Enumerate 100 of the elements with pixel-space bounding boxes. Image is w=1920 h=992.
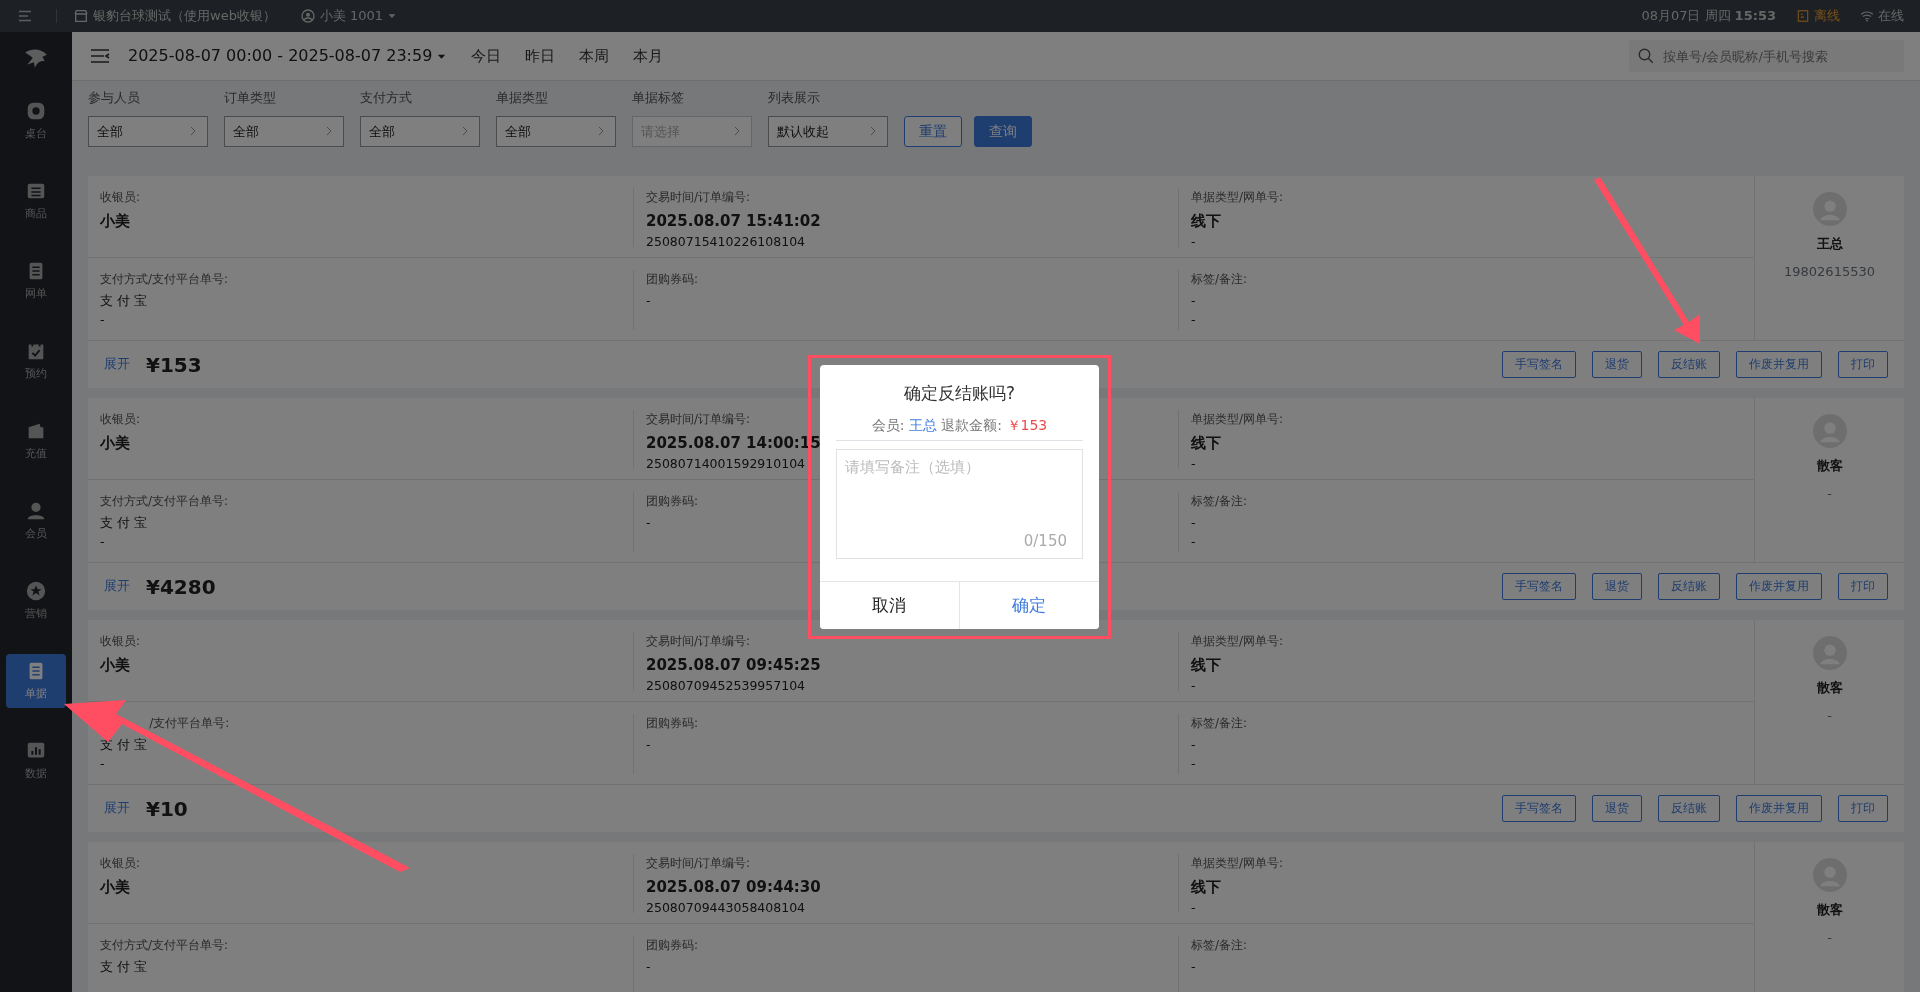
field-label: 支付方式/支付平台单号: (100, 937, 229, 954)
field-value: 小美 (100, 433, 130, 454)
field-value: 线下 (1191, 433, 1221, 454)
field-label: 收银员: (100, 855, 141, 872)
action-button[interactable]: 打印 (1838, 573, 1888, 600)
filter-select[interactable]: 全部 (224, 115, 344, 147)
field-value: 小美 (100, 211, 130, 232)
action-button[interactable]: 作废并复用 (1736, 573, 1822, 600)
member-phone: - (1827, 928, 1832, 947)
field-label: 单据类型/网单号: (1191, 189, 1284, 206)
dialog-button[interactable]: 取消 (820, 581, 960, 629)
search-field[interactable]: 按单号/会员昵称/手机号搜索 (1629, 40, 1904, 72)
offline-status: 离线 (1814, 7, 1840, 26)
expand-link[interactable]: 展开 (104, 799, 130, 818)
member-name: 散客 (1816, 679, 1843, 697)
filter-label: 单据标签 (632, 89, 685, 107)
sidebar-item[interactable]: 商品 (6, 174, 66, 228)
field-value: 小美 (100, 655, 130, 676)
sidebar-item[interactable]: 充值 (6, 414, 66, 468)
field-detail: - (646, 514, 651, 532)
field-detail: 25080709443058408104 (646, 898, 806, 917)
filter-button[interactable]: 查询 (974, 115, 1032, 147)
action-button[interactable]: 手写签名 (1502, 795, 1576, 822)
sidebar-item[interactable]: 单据 (6, 654, 66, 708)
field-value: 2025.08.07 09:44:30 (646, 877, 821, 898)
field-label: 标签/备注: (1191, 493, 1248, 510)
order-amount: ¥153 (146, 351, 202, 379)
field-detail: - (1191, 514, 1196, 532)
action-button[interactable]: 退货 (1592, 351, 1642, 378)
action-button[interactable]: 退货 (1592, 573, 1642, 600)
member-phone: 19802615530 (1784, 262, 1875, 281)
field-value: 2025.08.07 09:45:25 (646, 655, 821, 676)
filter-select[interactable]: 默认收起 (768, 115, 888, 147)
filter-select[interactable]: 全部 (88, 115, 208, 147)
field-detail: - (646, 736, 651, 754)
field-label: 交易时间/订单编号: (646, 411, 751, 428)
member-name: 王总 (1816, 235, 1843, 253)
action-button[interactable]: 作废并复用 (1736, 795, 1822, 822)
action-button[interactable]: 反结账 (1658, 573, 1720, 600)
dialog-button[interactable]: 确定 (959, 581, 1099, 629)
field-label: 交易时间/订单编号: (646, 633, 751, 650)
action-button[interactable]: 打印 (1838, 795, 1888, 822)
field-detail: - (1191, 310, 1196, 329)
sidebar-item[interactable]: 预约 (6, 334, 66, 388)
action-button[interactable]: 反结账 (1658, 795, 1720, 822)
action-button[interactable]: 作废并复用 (1736, 351, 1822, 378)
field-label: 交易时间/订单编号: (646, 855, 751, 872)
user-name[interactable]: 小美 1001 (319, 6, 384, 26)
action-button[interactable]: 退货 (1592, 795, 1642, 822)
filter-select[interactable]: 全部 (360, 115, 480, 147)
member-link[interactable]: 王总 (908, 416, 937, 433)
filter-label: 列表展示 (768, 89, 821, 107)
date-text: 08月07日 周四 (1641, 7, 1731, 26)
field-value: 2025.08.07 15:41:02 (646, 211, 821, 232)
sidebar-item[interactable]: 网单 (6, 254, 66, 308)
quick-range-link[interactable]: 今日 (471, 44, 502, 68)
member-phone: - (1827, 484, 1832, 503)
quick-range-link[interactable]: 本月 (633, 44, 664, 68)
member-name: 散客 (1816, 457, 1843, 475)
field-detail: - (1191, 532, 1196, 551)
sidebar-item[interactable]: 桌台 (6, 94, 66, 148)
refund-amount: ￥153 (1006, 416, 1048, 433)
field-detail: 支 付 宝 (100, 514, 147, 532)
store-name: 银豹台球测试（使用web收银） (93, 7, 276, 26)
quick-range-link[interactable]: 昨日 (525, 44, 556, 68)
field-detail: - (1191, 292, 1196, 310)
online-status: 在线 (1878, 7, 1904, 26)
field-label: /支付平台单号: (149, 715, 230, 732)
field-detail: - (1191, 754, 1196, 773)
filter-select[interactable]: 全部 (496, 115, 616, 147)
field-label: 标签/备注: (1191, 715, 1248, 732)
quick-range-link[interactable]: 本周 (579, 44, 610, 68)
caret-icon[interactable] (387, 11, 398, 21)
sidebar-item[interactable]: 会员 (6, 494, 66, 548)
action-button[interactable]: 手写签名 (1502, 351, 1576, 378)
field-detail: - (100, 310, 105, 329)
wifi-icon (1860, 9, 1874, 23)
filter-button[interactable]: 重置 (904, 115, 962, 147)
field-detail: 支 付 宝 (100, 958, 147, 976)
sidebar-item[interactable]: 数据 (6, 734, 66, 788)
field-detail: - (100, 754, 105, 773)
sidebar-item[interactable]: 营销 (6, 574, 66, 628)
field-detail: - (1191, 232, 1196, 251)
action-button[interactable]: 手写签名 (1502, 573, 1576, 600)
order-amount: ¥4280 (146, 573, 216, 601)
expand-link[interactable]: 展开 (104, 577, 130, 596)
filter-label: 订单类型 (224, 89, 277, 107)
dialog-title: 确定反结账吗? (903, 382, 1016, 405)
field-label: 团购券码: (646, 493, 699, 510)
field-detail: 25080709452539957104 (646, 676, 806, 695)
field-detail: - (100, 532, 105, 551)
filter-label: 单据类型 (496, 89, 549, 107)
action-button[interactable]: 反结账 (1658, 351, 1720, 378)
filter-label: 支付方式 (360, 89, 413, 107)
expand-link[interactable]: 展开 (104, 355, 130, 374)
field-value: 线下 (1191, 877, 1221, 898)
date-range-picker[interactable]: 2025-08-07 00:00 - 2025-08-07 23:59 (128, 44, 448, 68)
field-label: 团购券码: (646, 715, 699, 732)
action-button[interactable]: 打印 (1838, 351, 1888, 378)
field-label: 支付方式/支付平台单号: (100, 493, 229, 510)
